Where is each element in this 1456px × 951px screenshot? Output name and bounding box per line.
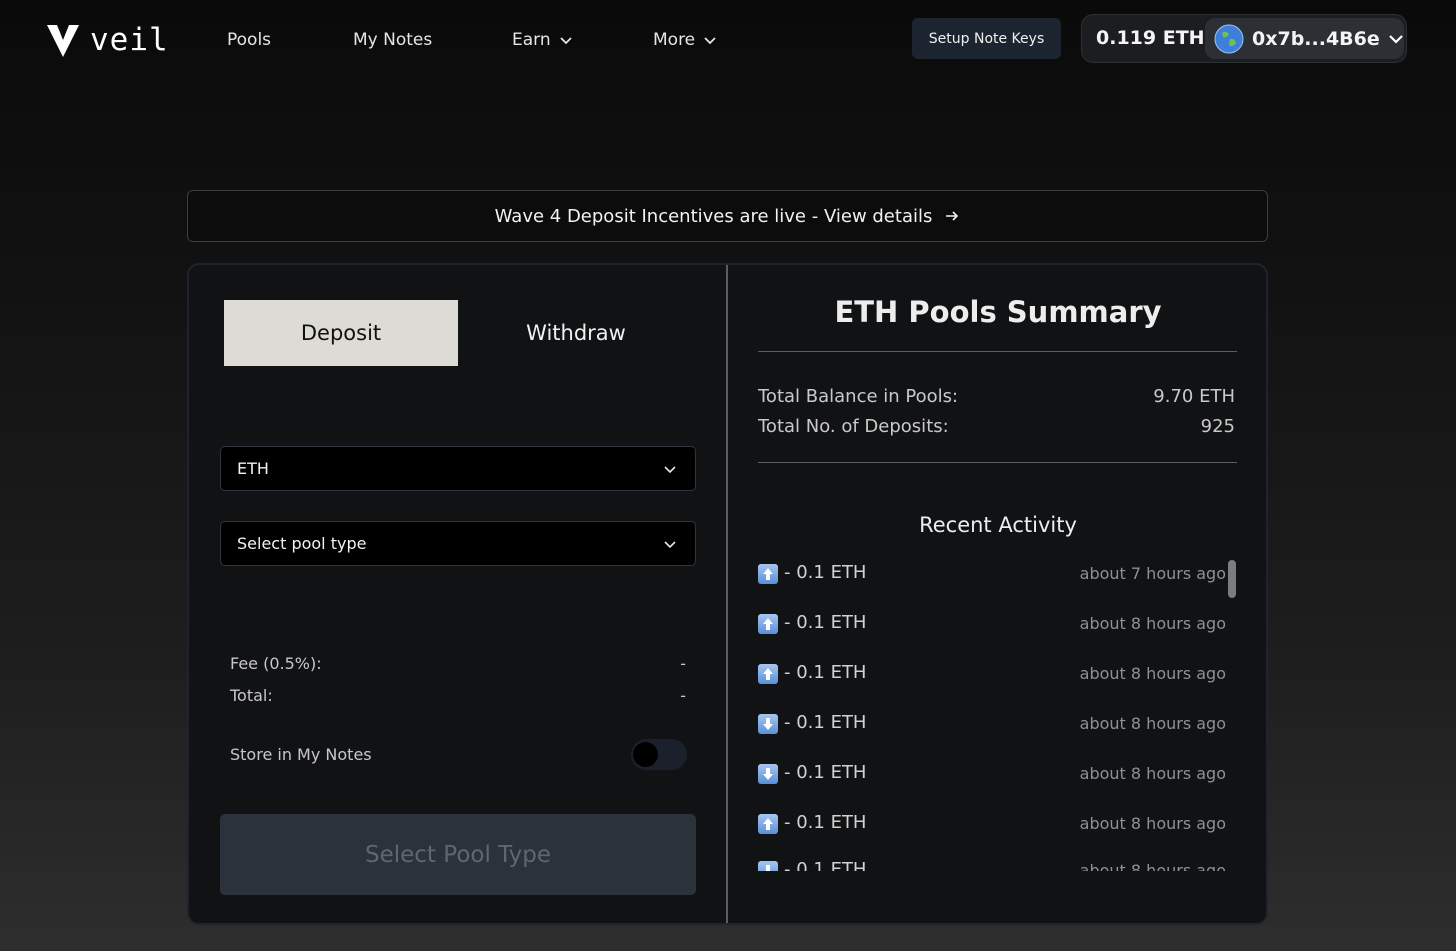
arrow-up-icon: [758, 564, 778, 584]
nav-earn-label: Earn: [512, 30, 551, 50]
banner-text: Wave 4 Deposit Incentives are live - Vie…: [494, 205, 933, 227]
setup-note-keys-button[interactable]: Setup Note Keys: [912, 18, 1061, 59]
tab-deposit[interactable]: Deposit: [224, 300, 458, 366]
activity-amount: - 0.1 ETH: [784, 859, 867, 871]
pools-summary-title: ETH Pools Summary: [834, 295, 1162, 329]
recent-activity-list[interactable]: - 0.1 ETH about 7 hours ago - 0.1 ETH ab…: [758, 555, 1238, 871]
store-in-notes-toggle[interactable]: [631, 739, 687, 770]
activity-time: about 8 hours ago: [1079, 814, 1226, 833]
activity-scrollbar[interactable]: [1228, 560, 1236, 598]
nav-my-notes-label: My Notes: [353, 30, 433, 50]
activity-time: about 8 hours ago: [1079, 764, 1226, 783]
activity-amount: - 0.1 ETH: [784, 812, 867, 833]
arrow-down-icon: [758, 714, 778, 734]
arrow-down-icon: [758, 764, 778, 784]
nav-my-notes[interactable]: My Notes: [353, 30, 432, 50]
activity-time: about 8 hours ago: [1079, 664, 1226, 683]
activity-item: - 0.1 ETH about 8 hours ago: [758, 760, 1228, 788]
chevron-down-icon: [1388, 34, 1403, 44]
toggle-knob: [633, 742, 658, 767]
nav-pools[interactable]: Pools: [227, 30, 271, 50]
activity-time: about 8 hours ago: [1079, 714, 1226, 733]
fee-label: Fee (0.5%):: [230, 654, 322, 673]
chevron-down-icon: [704, 37, 716, 45]
activity-item: - 0.1 ETH about 8 hours ago: [758, 810, 1228, 838]
total-label: Total:: [230, 686, 273, 705]
nav-more[interactable]: More: [653, 30, 717, 50]
pool-type-select-value: Select pool type: [237, 534, 367, 553]
stats-divider: [758, 462, 1237, 463]
nav-pools-label: Pools: [227, 30, 272, 50]
total-deposits-label: Total No. of Deposits:: [758, 416, 949, 437]
wallet-address: 0x7b...4B6e: [1252, 27, 1380, 50]
summary-divider: [758, 351, 1237, 352]
activity-amount: - 0.1 ETH: [784, 562, 867, 583]
panel-divider: [726, 265, 728, 923]
asset-select-value: ETH: [237, 459, 269, 478]
chevron-down-icon: [559, 37, 572, 45]
select-pool-type-button[interactable]: Select Pool Type: [220, 814, 696, 895]
activity-time: about 7 hours ago: [1079, 564, 1226, 583]
activity-amount: - 0.1 ETH: [784, 612, 867, 633]
arrow-up-icon: [758, 664, 778, 684]
nav-earn[interactable]: Earn: [512, 30, 573, 50]
total-value: -: [680, 686, 686, 705]
top-navigation: veil Pools My Notes Earn More Setup Note…: [0, 0, 1456, 82]
activity-item: - 0.1 ETH about 7 hours ago: [758, 560, 1228, 588]
wallet-balance: 0.119 ETH: [1096, 27, 1205, 49]
deposit-panel: Deposit Withdraw ETH Select pool type Fe…: [187, 263, 1268, 925]
arrow-up-icon: [758, 614, 778, 634]
nav-more-label: More: [653, 30, 696, 50]
account-button[interactable]: 0x7b...4B6e: [1205, 18, 1404, 59]
logo-text: veil: [90, 22, 169, 58]
veil-logo-icon: [47, 25, 79, 57]
arrow-up-icon: [758, 814, 778, 834]
activity-amount: - 0.1 ETH: [784, 712, 867, 733]
chevron-down-icon: [664, 466, 676, 474]
total-balance-value: 9.70 ETH: [1153, 386, 1235, 407]
activity-amount: - 0.1 ETH: [784, 762, 867, 783]
incentives-banner[interactable]: Wave 4 Deposit Incentives are live - Vie…: [187, 190, 1268, 242]
veil-logo[interactable]: veil: [46, 22, 169, 58]
chevron-down-icon: [664, 541, 676, 549]
activity-item: - 0.1 ETH about 8 hours ago: [758, 660, 1228, 688]
recent-activity-title: Recent Activity: [919, 513, 1077, 537]
tab-withdraw[interactable]: Withdraw: [459, 300, 693, 366]
asset-select[interactable]: ETH: [220, 446, 696, 491]
globe-avatar-icon: [1214, 24, 1244, 53]
activity-time: about 8 hours ago: [1079, 861, 1226, 871]
fee-value: -: [680, 654, 686, 673]
total-balance-label: Total Balance in Pools:: [758, 386, 959, 407]
arrow-right-icon: [946, 211, 959, 221]
activity-item: - 0.1 ETH about 8 hours ago: [758, 857, 1228, 871]
arrow-down-icon: [758, 861, 778, 871]
activity-item: - 0.1 ETH about 8 hours ago: [758, 710, 1228, 738]
total-deposits-value: 925: [1200, 416, 1235, 437]
activity-amount: - 0.1 ETH: [784, 662, 867, 683]
activity-time: about 8 hours ago: [1079, 614, 1226, 633]
wallet-widget: 0.119 ETH 0x7b...4B6e: [1081, 14, 1407, 63]
pool-type-select[interactable]: Select pool type: [220, 521, 696, 566]
store-in-notes-label: Store in My Notes: [230, 745, 372, 764]
activity-item: - 0.1 ETH about 8 hours ago: [758, 610, 1228, 638]
